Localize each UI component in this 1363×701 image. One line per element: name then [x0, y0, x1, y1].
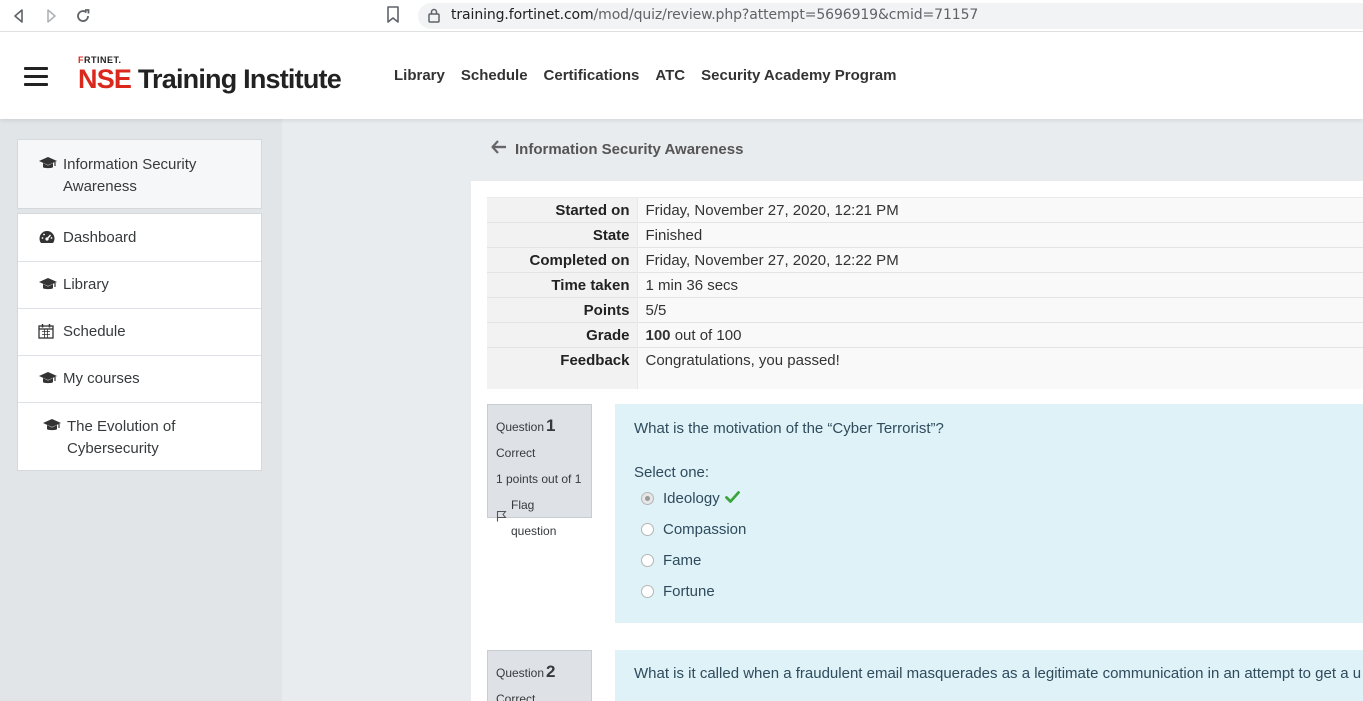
summary-label: State: [487, 222, 637, 248]
browser-toolbar: training.fortinet.com/mod/quiz/review.ph…: [0, 0, 1363, 32]
top-navigation: Library Schedule Certifications ATC Secu…: [394, 67, 896, 84]
summary-value: Friday, November 27, 2020, 12:21 PM: [636, 197, 1363, 223]
back-to-course-link[interactable]: Information Security Awareness: [491, 140, 743, 159]
summary-row: Time taken 1 min 36 secs: [487, 272, 1363, 298]
summary-label: Started on: [487, 197, 637, 223]
summary-value: Congratulations, you passed!: [636, 347, 1363, 389]
forward-arrow-icon[interactable]: [41, 6, 61, 26]
sidebar-item-label: My courses: [63, 370, 140, 387]
nav-security-academy-program[interactable]: Security Academy Program: [701, 67, 896, 84]
url-path: /mod/quiz/review.php?attempt=5696919&cmi…: [593, 7, 979, 23]
answer-label: Fortune: [663, 583, 715, 600]
back-arrow-icon[interactable]: [9, 6, 29, 26]
sidebar-item-schedule[interactable]: Schedule: [18, 308, 261, 355]
answer-label: Ideology: [663, 490, 720, 507]
answer-option[interactable]: Fame: [641, 552, 701, 569]
answer-label: Fame: [663, 552, 702, 569]
logo-training-institute: Training Institute: [131, 64, 342, 94]
sidebar-nav: Dashboard Library Schedule My courses Th…: [17, 213, 262, 471]
summary-value: 100 out of 100: [636, 322, 1363, 348]
arrow-left-icon: [491, 140, 507, 159]
question-state: Correct: [496, 692, 536, 701]
summary-row: Completed on Friday, November 27, 2020, …: [487, 247, 1363, 273]
sidebar-course-title: Information Security Awareness: [63, 156, 197, 195]
summary-value: Finished: [636, 222, 1363, 248]
sidebar-item-evolution-of-cybersecurity[interactable]: The Evolution of Cybersecurity: [18, 402, 261, 470]
summary-row: Feedback Congratulations, you passed!: [487, 347, 1363, 389]
question-text: What is it called when a fraudulent emai…: [634, 665, 1362, 682]
answer-option[interactable]: Fortune: [641, 583, 715, 600]
fortinet-nse-logo[interactable]: FRTINET. NSE Training Institute: [78, 55, 342, 94]
sidebar-item-label: Schedule: [63, 323, 126, 340]
graduation-cap-icon: [38, 277, 60, 295]
summary-label: Time taken: [487, 272, 637, 298]
logo-nse: NSE: [78, 64, 132, 94]
question-state: Correct: [496, 446, 536, 460]
summary-row: Grade 100 out of 100: [487, 322, 1363, 348]
question-1-content: What is the motivation of the “Cyber Ter…: [615, 404, 1363, 623]
site-header: FRTINET. NSE Training Institute Library …: [0, 33, 1363, 119]
url-text[interactable]: training.fortinet.com/mod/quiz/review.ph…: [451, 7, 978, 23]
nav-certifications[interactable]: Certifications: [544, 67, 640, 84]
graduation-cap-icon: [38, 156, 60, 174]
summary-row: Started on Friday, November 27, 2020, 12…: [487, 197, 1363, 223]
grade-value: 100: [645, 326, 671, 344]
question-2-info: Question 2 Correct: [487, 650, 592, 701]
select-one-prompt: Select one:: [634, 464, 710, 481]
flag-question-link[interactable]: Flag question: [496, 492, 583, 544]
back-link-label: Information Security Awareness: [515, 141, 744, 158]
nav-atc[interactable]: ATC: [655, 67, 685, 84]
summary-label: Completed on: [487, 247, 637, 273]
sidebar-item-label: Dashboard: [63, 228, 137, 246]
calendar-icon: [38, 323, 60, 343]
graduation-cap-icon: [38, 371, 60, 389]
question-number: Question 1: [496, 416, 556, 435]
nav-library[interactable]: Library: [394, 67, 445, 84]
flag-question-label: Flag question: [511, 498, 557, 538]
lock-icon[interactable]: [428, 8, 440, 28]
sidebar-course-card[interactable]: Information Security Awareness: [17, 139, 262, 209]
question-number: Question 2: [496, 662, 556, 681]
radio-button[interactable]: [641, 585, 654, 598]
nav-schedule[interactable]: Schedule: [461, 67, 528, 84]
summary-value: 5/5: [636, 297, 1363, 323]
summary-row: Points 5/5: [487, 297, 1363, 323]
answer-option[interactable]: Ideology: [641, 490, 740, 507]
answer-label: Compassion: [663, 521, 747, 538]
correct-checkmark-icon: [724, 490, 740, 507]
attempt-summary-table: Started on Friday, November 27, 2020, 12…: [487, 197, 1363, 389]
summary-value: Friday, November 27, 2020, 12:22 PM: [636, 247, 1363, 273]
reload-icon[interactable]: [73, 6, 93, 26]
grade-out-of: out of 100: [670, 326, 742, 344]
radio-button-checked[interactable]: [641, 492, 654, 505]
sidebar-item-my-courses[interactable]: My courses: [18, 355, 261, 402]
bookmark-icon[interactable]: [386, 6, 404, 26]
hamburger-menu-icon[interactable]: [24, 67, 48, 87]
summary-label: Grade: [487, 322, 637, 348]
dashboard-icon: [38, 229, 60, 249]
flag-icon: [496, 505, 507, 531]
summary-label: Points: [487, 297, 637, 323]
sidebar-item-label: The Evolution of Cybersecurity: [67, 418, 176, 457]
radio-button[interactable]: [641, 554, 654, 567]
summary-value: 1 min 36 secs: [636, 272, 1363, 298]
answer-option[interactable]: Compassion: [641, 521, 746, 538]
sidebar-item-label: Library: [63, 276, 109, 293]
question-points: 1 points out of 1: [496, 472, 582, 486]
sidebar-item-dashboard[interactable]: Dashboard: [18, 214, 261, 261]
radio-button[interactable]: [641, 523, 654, 536]
graduation-cap-icon: [42, 418, 64, 436]
sidebar-item-library[interactable]: Library: [18, 261, 261, 308]
question-text: What is the motivation of the “Cyber Ter…: [634, 420, 944, 437]
summary-label: Feedback: [487, 347, 637, 389]
url-host: training.fortinet.com: [451, 7, 594, 23]
question-2-content: What is it called when a fraudulent emai…: [615, 650, 1363, 701]
summary-row: State Finished: [487, 222, 1363, 248]
question-1-info: Question 1 Correct 1 points out of 1 Flag…: [487, 404, 592, 538]
